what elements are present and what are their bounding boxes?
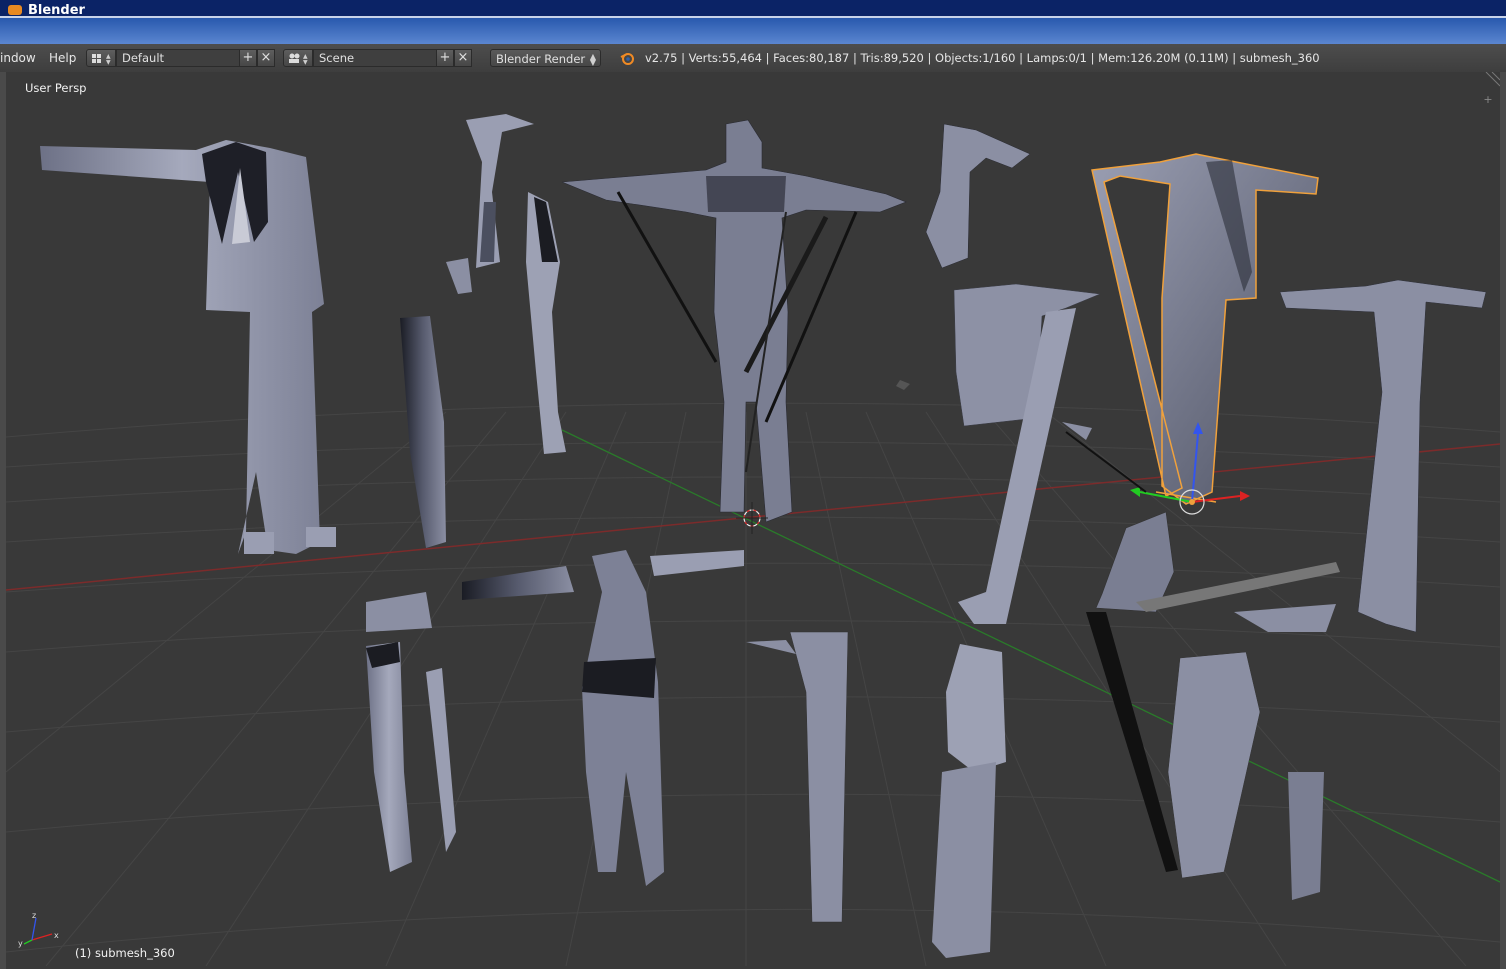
- scene-selector[interactable]: ▲ ▼ Scene + ×: [283, 49, 474, 67]
- mesh-tpose-character[interactable]: [561, 119, 907, 523]
- window-titlebar: Blender: [0, 0, 1506, 44]
- add-scene-plus-icon[interactable]: +: [436, 49, 454, 67]
- scene-icon[interactable]: ▲ ▼: [283, 49, 313, 67]
- info-header: indow Help ▲ ▼ Default + × ▲ ▼ Scene + ×: [0, 44, 1506, 73]
- mesh-jacket-strips[interactable]: [400, 114, 566, 548]
- menu-help[interactable]: Help: [49, 51, 76, 65]
- window-title: Blender: [28, 4, 85, 16]
- axis-x-label: x: [54, 931, 59, 940]
- delete-scene-close-icon[interactable]: ×: [454, 49, 472, 67]
- axis-y-label: y: [18, 939, 23, 948]
- floor-grid: [6, 402, 1500, 966]
- svg-text:▼: ▼: [106, 59, 111, 66]
- blender-logo-icon: [620, 53, 634, 65]
- scene-name[interactable]: Scene: [313, 49, 439, 67]
- delete-screen-close-icon[interactable]: ×: [257, 49, 275, 67]
- mesh-right-pieces[interactable]: [1062, 279, 1487, 633]
- view-perspective-label: User Persp: [25, 81, 87, 95]
- render-engine-label: Blender Render: [496, 52, 586, 66]
- screen-layout-icon[interactable]: ▲ ▼: [86, 49, 116, 67]
- x-axis-line: [6, 443, 1500, 591]
- svg-text:▼: ▼: [303, 59, 308, 66]
- titlebar-strip: [0, 0, 1506, 18]
- axis-icon: [23, 917, 53, 945]
- axis-z-label: z: [32, 911, 36, 920]
- screen-layout-selector[interactable]: ▲ ▼ Default + ×: [86, 49, 277, 67]
- mesh-floating-pieces[interactable]: [896, 123, 1101, 624]
- dropdown-arrow-icon: ▼: [589, 58, 596, 67]
- render-engine-dropdown[interactable]: Blender Render ▲ ▼: [490, 49, 601, 67]
- area-corner-grip[interactable]: [1485, 72, 1500, 87]
- selected-object-submesh-360[interactable]: [1091, 153, 1319, 505]
- screen-layout-name[interactable]: Default: [116, 49, 242, 67]
- app-icon: [8, 5, 22, 15]
- viewport-right-border: [1500, 72, 1506, 969]
- mesh-suit-jacket-pants[interactable]: [40, 140, 336, 554]
- scene-statistics: v2.75 | Verts:55,464 | Faces:80,187 | Tr…: [645, 51, 1320, 65]
- viewport-scene[interactable]: x z y: [6, 72, 1500, 966]
- menu-window[interactable]: indow: [0, 51, 36, 65]
- mesh-lower-row[interactable]: [366, 550, 1336, 958]
- toolshelf-toggle-plus-icon[interactable]: +: [1482, 94, 1494, 106]
- 3d-viewport[interactable]: x z y User Persp (1) submesh_360 +: [6, 72, 1500, 966]
- active-object-label: (1) submesh_360: [75, 946, 175, 960]
- add-screen-plus-icon[interactable]: +: [239, 49, 257, 67]
